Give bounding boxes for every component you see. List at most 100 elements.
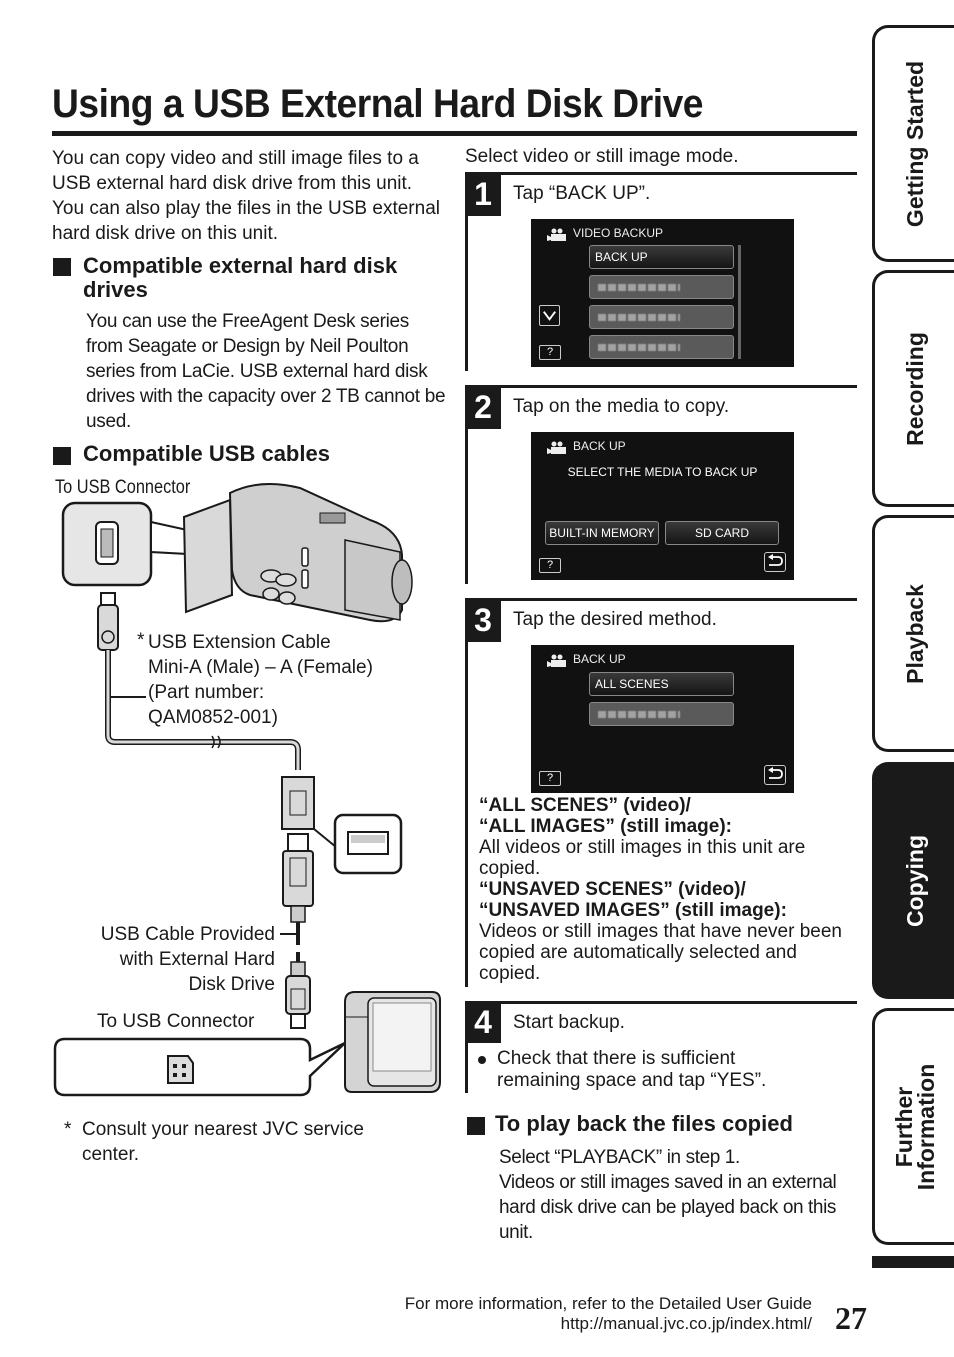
- page-number: 27: [835, 1300, 867, 1336]
- tab-getting-started[interactable]: Getting Started: [872, 25, 954, 262]
- help-button[interactable]: ?: [539, 771, 561, 786]
- footnote: * Consult your nearest JVC service cente…: [64, 1117, 364, 1167]
- label-to-usb-connector-hdd: To USB Connector: [97, 1011, 255, 1032]
- back-arrow-icon: [768, 554, 783, 566]
- tab-label-line: Information: [913, 1063, 939, 1190]
- extension-cable-line: QAM0852-001): [148, 707, 278, 728]
- step-2-title: Tap on the media to copy.: [513, 396, 730, 417]
- footnote-line: Consult your nearest JVC service: [81, 1119, 364, 1140]
- tab-recording[interactable]: Recording: [872, 270, 954, 507]
- step-bar: [465, 642, 468, 987]
- screen-message: SELECT THE MEDIA TO BACK UP: [567, 465, 758, 479]
- screen-header: VIDEO BACKUP: [573, 226, 664, 240]
- step-number-4: 4: [465, 1001, 501, 1043]
- footnote-line: center.: [82, 1144, 140, 1165]
- extension-cable-line: (Part number:: [148, 682, 265, 703]
- heading-compatible-drives: Compatible external hard disk drives: [83, 253, 398, 302]
- page-title: Using a USB External Hard Disk Drive: [52, 82, 704, 126]
- bullet-icon: [478, 1056, 486, 1064]
- back-button[interactable]: [764, 552, 786, 572]
- step-4-title: Start backup.: [513, 1012, 625, 1033]
- help-button[interactable]: ?: [539, 345, 561, 360]
- step-1-title: Tap “BACK UP”.: [513, 183, 651, 204]
- camera-screen-backup-method: BACK UP ALL SCENES ?: [531, 645, 794, 793]
- asterisk-mark: *: [64, 1119, 72, 1140]
- sd-card-button[interactable]: SD CARD: [665, 521, 779, 545]
- tab-label: Copying: [902, 834, 928, 927]
- blurred-option-button[interactable]: [589, 305, 734, 329]
- playback-line: Videos or still images saved in an exter…: [499, 1172, 837, 1243]
- heading-compatible-cables: Compatible USB cables: [83, 441, 330, 466]
- tab-label: Recording: [902, 331, 928, 446]
- chevron-down-icon: [543, 311, 556, 321]
- help-button[interactable]: ?: [539, 558, 561, 573]
- method-unsaved-label: “UNSAVED IMAGES” (still image):: [479, 900, 787, 921]
- step-bar: [465, 1043, 468, 1093]
- tab-bottom-bar: [872, 1256, 954, 1268]
- step-bar: [465, 429, 468, 584]
- method-unsaved-label: “UNSAVED SCENES” (video)/: [479, 879, 746, 900]
- tab-label: Playback: [902, 583, 928, 684]
- step-number-1: 1: [465, 172, 501, 216]
- step-rule: [465, 172, 857, 175]
- all-scenes-button[interactable]: ALL SCENES: [589, 672, 734, 696]
- external-hdd-illustration: [344, 991, 441, 1093]
- tab-label-line: Further: [891, 1086, 917, 1167]
- extension-cable-line: Mini-A (Male) – A (Female): [148, 657, 373, 678]
- tab-further-information[interactable]: Further Information: [872, 1008, 954, 1245]
- step-4-bullet-text: Check that there is sufficient remaining…: [497, 1048, 767, 1091]
- screen-header: BACK UP: [573, 652, 626, 666]
- label-to-usb-connector-camera: To USB Connector: [55, 477, 191, 498]
- playback-line: Select “PLAYBACK” in step 1.: [499, 1147, 740, 1168]
- step-rule: [465, 385, 857, 388]
- method-unsaved-description: Videos or still images that have never b…: [479, 921, 842, 984]
- intro-text: You can copy video and still image files…: [52, 148, 440, 244]
- blurred-option-button[interactable]: [589, 702, 734, 726]
- tab-playback[interactable]: Playback: [872, 515, 954, 752]
- label-provided-cable: USB Cable Provided with External Hard Di…: [60, 922, 275, 997]
- asterisk-mark: *: [137, 630, 145, 651]
- footer-url[interactable]: http://manual.jvc.co.jp/index.html/: [561, 1314, 812, 1334]
- method-all-label: “ALL SCENES” (video)/: [479, 795, 691, 816]
- method-descriptions: “ALL SCENES” (video)/ “ALL IMAGES” (stil…: [479, 795, 849, 984]
- back-up-button[interactable]: BACK UP: [589, 245, 734, 269]
- step-rule: [465, 1001, 857, 1004]
- usb-b-port-callout: [53, 1037, 346, 1097]
- camcorder-icon: [547, 441, 566, 454]
- back-arrow-icon: [768, 767, 783, 779]
- footer-reference-text: For more information, refer to the Detai…: [404, 1294, 812, 1313]
- scrollbar[interactable]: [738, 245, 741, 359]
- method-all-label: “ALL IMAGES” (still image):: [479, 816, 733, 837]
- screen-header: BACK UP: [573, 439, 626, 453]
- provided-cable-line: Disk Drive: [188, 974, 275, 995]
- section-square-icon: [53, 258, 71, 276]
- method-all-description: All videos or still images in this unit …: [479, 837, 806, 879]
- extension-cable-line: USB Extension Cable: [148, 632, 331, 653]
- tab-copying[interactable]: Copying: [872, 762, 954, 999]
- camcorder-icon: [547, 654, 566, 667]
- step-number-2: 2: [465, 385, 501, 429]
- section-square-icon: [467, 1117, 485, 1135]
- usb-a-port-callout: [313, 813, 403, 875]
- compatible-drives-text: You can use the FreeAgent Desk series fr…: [86, 311, 446, 432]
- title-rule: [52, 131, 857, 136]
- playback-text: Select “PLAYBACK” in step 1. Videos or s…: [499, 1145, 861, 1245]
- step-bar: [465, 216, 468, 371]
- tab-label: Further Information: [891, 1063, 939, 1190]
- select-mode-text: Select video or still image mode.: [465, 146, 739, 167]
- back-button[interactable]: [764, 765, 786, 785]
- built-in-memory-button[interactable]: BUILT-IN MEMORY: [545, 521, 659, 545]
- blurred-option-button[interactable]: [589, 335, 734, 359]
- section-square-icon: [53, 447, 71, 465]
- provided-cable-line: with External Hard: [119, 949, 275, 970]
- provided-usb-cable: [280, 833, 314, 1029]
- heading-play-back-files: To play back the files copied: [495, 1111, 793, 1136]
- tab-label: Getting Started: [902, 60, 928, 227]
- step-rule: [465, 598, 857, 601]
- scroll-down-button[interactable]: [539, 305, 560, 326]
- camcorder-illustration: [182, 483, 413, 623]
- step-4-bullet: Check that there is sufficient remaining…: [478, 1048, 808, 1092]
- blurred-option-button[interactable]: [589, 275, 734, 299]
- step-number-3: 3: [465, 598, 501, 642]
- camcorder-icon: [547, 228, 566, 241]
